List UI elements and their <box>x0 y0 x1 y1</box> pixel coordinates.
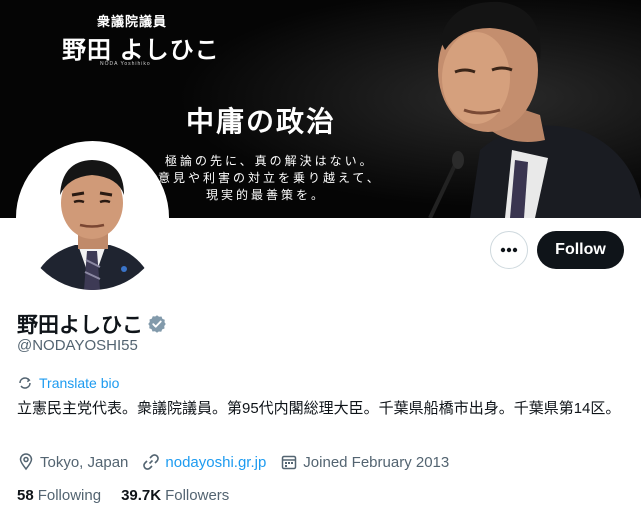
location-item: Tokyo, Japan <box>17 453 128 471</box>
banner-line-2: 意見や利害の対立を乗り越えて、 <box>158 171 382 185</box>
banner-role-text: 衆議院議員 <box>97 14 168 29</box>
website-link[interactable]: nodayoshi.gr.jp <box>165 454 266 471</box>
followers-count: 39.7K <box>121 487 162 504</box>
more-icon <box>500 247 518 253</box>
following-count: 58 <box>17 487 34 504</box>
banner-name-text: 野田 よしひこ <box>62 37 220 64</box>
joined-text: Joined February 2013 <box>303 453 450 471</box>
translate-bio-label[interactable]: Translate bio <box>39 375 119 391</box>
profile-stats: 58 Following 39.7K Followers <box>17 487 249 504</box>
location-text: Tokyo, Japan <box>40 453 129 471</box>
joined-item: Joined February 2013 <box>280 453 449 471</box>
avatar-photo <box>20 145 165 290</box>
banner-slogan: 中庸の政治 <box>186 105 337 138</box>
follow-button[interactable]: Follow <box>537 231 624 269</box>
avatar[interactable] <box>16 141 169 294</box>
link-icon <box>143 454 160 470</box>
translate-bio-link[interactable]: Translate bio <box>17 375 119 391</box>
verified-badge-icon[interactable] <box>147 314 167 334</box>
banner-romaji-text: NODA Yoshihiko <box>100 61 151 67</box>
profile-bio: 立憲民主党代表。衆議院議員。第95代内閣総理大臣。千葉県船橋市出身。千葉県第14… <box>17 400 621 417</box>
translate-icon <box>19 377 31 389</box>
calendar-icon <box>282 455 297 470</box>
profile-meta: Tokyo, Japan nodayoshi.gr.jp Joined Febr… <box>17 453 463 471</box>
location-icon <box>19 453 33 471</box>
following-link[interactable]: 58 Following <box>17 487 101 504</box>
banner-line-1: 極論の先に、真の解決はない。 <box>165 154 375 168</box>
display-name-row: 野田よしひこ <box>17 309 167 339</box>
followers-label: Followers <box>165 487 230 504</box>
followers-link[interactable]: 39.7K Followers <box>121 487 229 504</box>
website-item[interactable]: nodayoshi.gr.jp <box>142 453 266 471</box>
more-button[interactable] <box>490 231 528 269</box>
handle: @NODAYOSHI55 <box>17 337 138 354</box>
following-label: Following <box>37 487 102 504</box>
display-name: 野田よしひこ <box>17 314 143 337</box>
banner-line-3: 現実的最善策を。 <box>206 188 327 202</box>
